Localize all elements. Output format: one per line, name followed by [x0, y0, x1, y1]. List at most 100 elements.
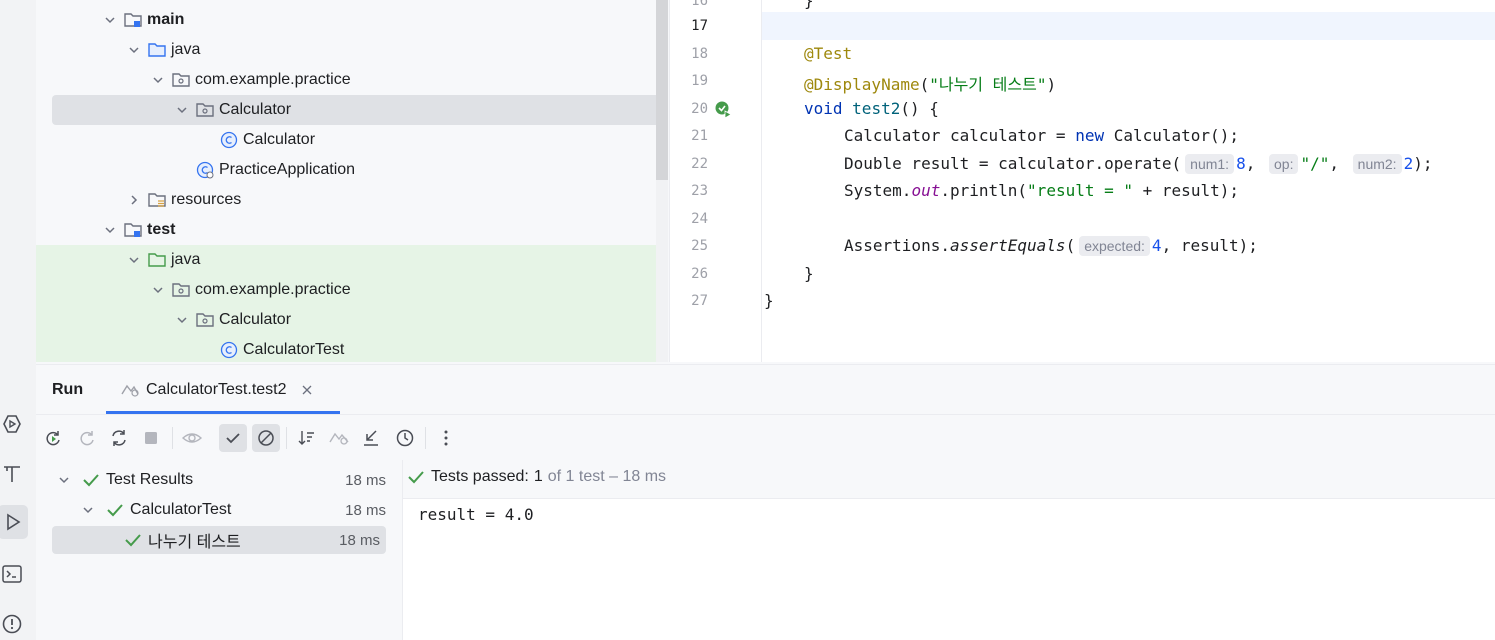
result-row-division-test[interactable]: 나누기 테스트 18 ms — [52, 526, 386, 554]
run-tool-icon[interactable] — [0, 505, 28, 539]
tree-label: CalculatorTest — [243, 341, 345, 358]
more-icon[interactable] — [435, 427, 457, 449]
line-number: 17 — [691, 18, 708, 34]
tree-label: com.example.practice — [195, 71, 351, 88]
status-suffix: of 1 test – 18 ms — [547, 468, 667, 485]
code-token: "/" — [1300, 154, 1330, 173]
build-icon[interactable] — [0, 462, 24, 486]
code-token: 4 — [1151, 236, 1162, 255]
tree-label: java — [171, 41, 201, 58]
tree-row-test-package[interactable]: com.example.practice — [36, 275, 656, 305]
line-number: 27 — [691, 293, 708, 309]
chevron-down-icon[interactable] — [102, 12, 118, 28]
toolbar-separator — [172, 427, 173, 449]
stop-icon[interactable] — [140, 427, 162, 449]
code-token: ) — [1046, 75, 1057, 94]
tree-row-test[interactable]: test — [36, 215, 656, 245]
code-token: () { — [900, 99, 939, 118]
chevron-down-icon[interactable] — [126, 42, 142, 58]
problems-icon[interactable] — [0, 612, 24, 636]
tree-row-practice-application[interactable]: PracticeApplication — [36, 155, 656, 185]
tree-row-resources[interactable]: resources — [36, 185, 656, 215]
run-test-gutter-icon[interactable] — [714, 100, 734, 120]
rerun-icon[interactable] — [42, 427, 64, 449]
close-icon[interactable] — [301, 384, 313, 396]
code-line-16: } — [804, 0, 814, 10]
code-token: void — [804, 99, 843, 118]
code-line-26: } — [804, 264, 814, 283]
status-prefix: Tests passed: — [431, 468, 529, 485]
code-token: Calculator(); — [1104, 126, 1239, 145]
param-hint: num2: — [1352, 154, 1402, 174]
show-passed-icon[interactable] — [219, 424, 247, 452]
result-row-calculator-test[interactable]: CalculatorTest 18 ms — [52, 496, 392, 524]
resources-folder-icon — [148, 191, 166, 209]
terminal-icon[interactable] — [0, 562, 24, 586]
show-ignored-icon[interactable] — [181, 427, 203, 449]
code-token: Calculator calculator = — [844, 126, 1076, 145]
tree-row-calculator-package[interactable]: Calculator — [52, 95, 656, 125]
pass-check-icon — [407, 469, 425, 485]
history-icon[interactable] — [394, 427, 416, 449]
code-token: assertEquals — [949, 236, 1066, 255]
code-token: out — [911, 181, 941, 200]
code-token: + result); — [1133, 181, 1239, 200]
chevron-down-icon[interactable] — [150, 282, 166, 298]
chevron-down-icon[interactable] — [82, 504, 98, 516]
tree-row-package[interactable]: com.example.practice — [36, 65, 656, 95]
line-number: 23 — [691, 183, 708, 199]
tree-scrollbar[interactable] — [656, 0, 668, 180]
code-line-25: Assertions.assertEquals(expected: 4, resu… — [844, 236, 1258, 256]
toolbar-separator — [425, 427, 426, 449]
pass-check-icon — [106, 502, 124, 518]
tree-label: resources — [171, 191, 242, 208]
result-label: 나누기 테스트 — [148, 534, 241, 551]
test-status-bar: Tests passed: 1 of 1 test – 18 ms — [403, 460, 1495, 499]
project-tree: main java com.example.practice Calculato… — [36, 0, 656, 362]
param-hint: num1: — [1185, 154, 1235, 174]
code-token: System. — [844, 181, 912, 200]
tree-row-test-calculator-package[interactable]: Calculator — [36, 305, 656, 335]
code-token: Double result = calculator.operate( — [844, 154, 1182, 173]
services-icon[interactable] — [0, 412, 24, 436]
code-line-22: Double result = calculator.operate(num1:… — [844, 154, 1432, 174]
console-output[interactable]: result = 4.0 — [403, 499, 1495, 640]
chevron-down-icon[interactable] — [102, 222, 118, 238]
tree-label: PracticeApplication — [219, 161, 356, 178]
chevron-down-icon[interactable] — [150, 72, 166, 88]
code-token: "result = " — [1027, 181, 1134, 200]
code-token: @DisplayName — [804, 75, 920, 94]
code-editor[interactable]: 16 17 18 19 20 21 22 23 24 25 26 27 } @T… — [669, 0, 1495, 362]
run-toolbar — [36, 414, 1495, 461]
chevron-down-icon[interactable] — [58, 474, 74, 486]
show-ignored-toggle-icon[interactable] — [252, 424, 280, 452]
code-token: } — [804, 0, 814, 10]
chevron-down-icon[interactable] — [174, 102, 190, 118]
rerun-failed-icon[interactable] — [76, 427, 98, 449]
chevron-right-icon[interactable] — [126, 192, 142, 208]
tree-label: Calculator — [219, 101, 292, 118]
tab-calculator-test[interactable]: CalculatorTest.test2 — [120, 373, 313, 407]
code-token: , — [1329, 154, 1340, 173]
code-token: ( — [1065, 236, 1076, 255]
pass-check-icon — [124, 532, 142, 548]
tree-row-main[interactable]: main — [36, 5, 656, 35]
collapse-icon[interactable] — [360, 427, 382, 449]
tree-row-calculator-class[interactable]: Calculator — [36, 125, 656, 155]
chevron-down-icon[interactable] — [126, 252, 142, 268]
tree-row-test-java[interactable]: java — [36, 245, 656, 275]
code-token: } — [804, 264, 814, 283]
import-tests-icon[interactable] — [328, 427, 350, 449]
tree-row-calculator-test[interactable]: CalculatorTest — [36, 335, 656, 362]
tab-label: CalculatorTest.test2 — [146, 381, 287, 398]
result-row-test-results[interactable]: Test Results 18 ms — [52, 466, 392, 494]
tree-row-java[interactable]: java — [36, 35, 656, 65]
param-hint: expected: — [1079, 236, 1150, 256]
code-line-20: void test2() { — [804, 99, 939, 118]
toggle-auto-test-icon[interactable] — [108, 427, 130, 449]
line-number: 20 — [691, 101, 708, 117]
line-number: 24 — [691, 211, 708, 227]
chevron-down-icon[interactable] — [174, 312, 190, 328]
sort-icon[interactable] — [296, 427, 318, 449]
code-token: "나누기 테스트" — [929, 75, 1047, 94]
